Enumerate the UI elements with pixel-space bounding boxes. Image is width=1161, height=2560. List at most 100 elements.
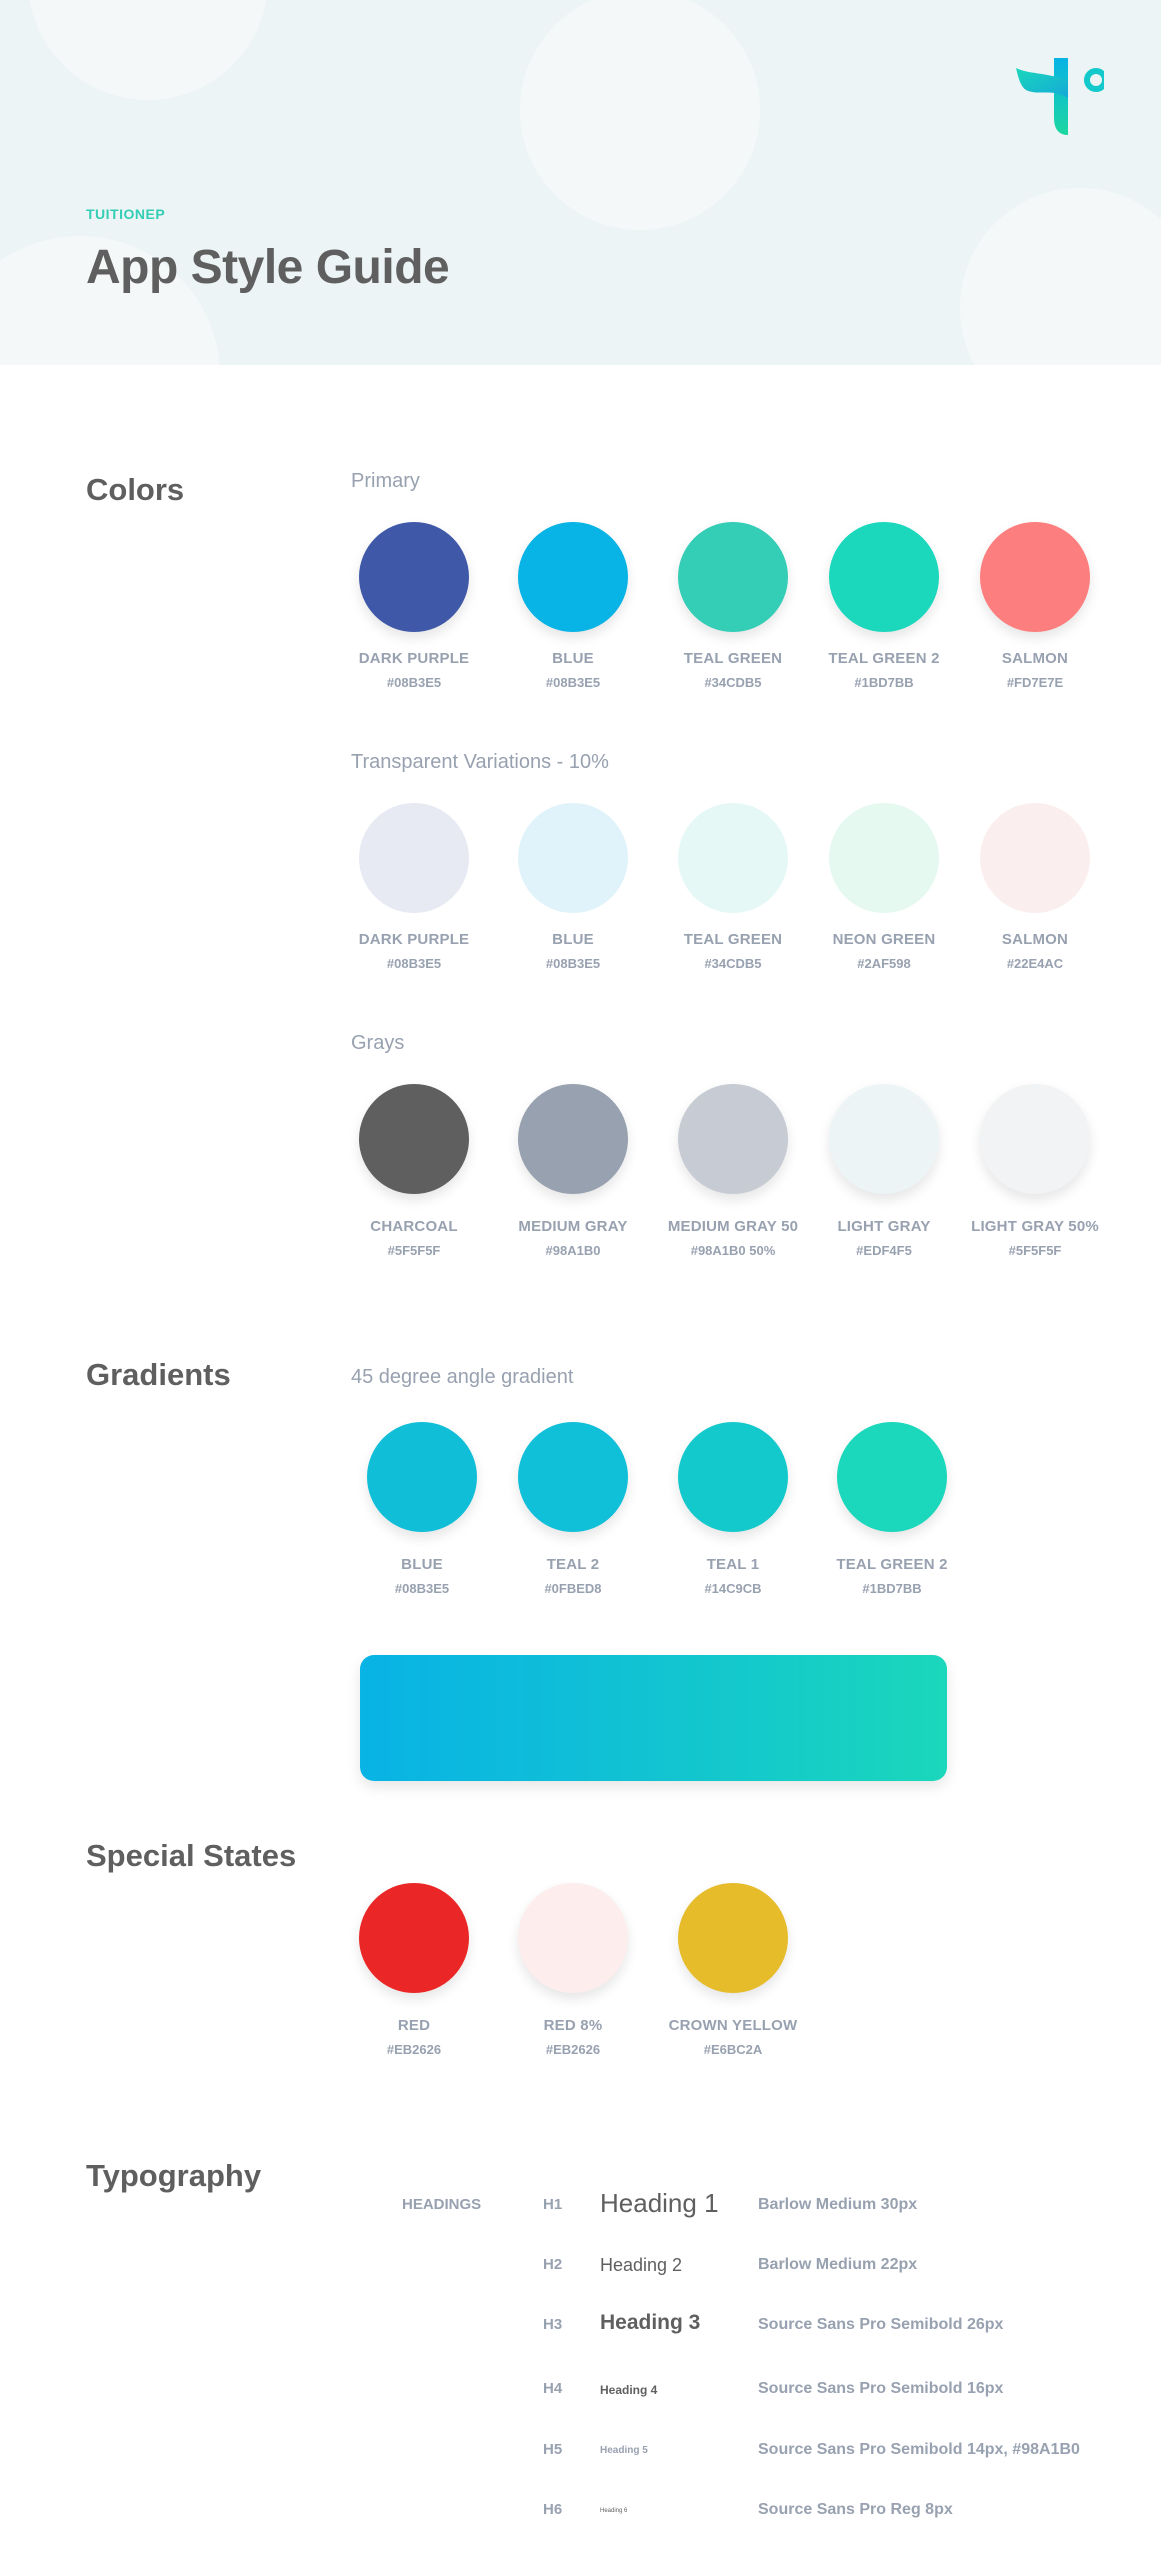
swatch-hex: #34CDB5 bbox=[704, 956, 762, 971]
heading-sample: Heading 4 bbox=[600, 2383, 658, 2397]
color-circle bbox=[837, 1422, 947, 1532]
brand-name: TUITIONEP bbox=[86, 206, 166, 222]
swatch: DARK PURPLE #08B3E5 bbox=[339, 803, 489, 971]
swatch-name: DARK PURPLE bbox=[358, 650, 470, 667]
typography-category: HEADINGS bbox=[402, 2196, 482, 2213]
typography-row-h5: H5 Heading 5 Source Sans Pro Semibold 14… bbox=[0, 2441, 1161, 2481]
group-label-grays: Grays bbox=[351, 1032, 405, 1054]
section-title-special-states: Special States bbox=[86, 1838, 297, 1873]
swatch-hex: #E6BC2A bbox=[703, 2042, 763, 2057]
swatch-name: SALMON bbox=[1001, 650, 1069, 667]
typography-row-h3: H3 Heading 3 Source Sans Pro Semibold 26… bbox=[0, 2311, 1161, 2356]
swatch-hex: #FD7E7E bbox=[1006, 675, 1064, 690]
color-circle bbox=[980, 522, 1090, 632]
color-circle bbox=[359, 803, 469, 913]
transparent-swatches: DARK PURPLE #08B3E5 BLUE #08B3E5 TEAL GR… bbox=[0, 803, 1161, 983]
heading-spec: Barlow Medium 30px bbox=[758, 2196, 918, 2213]
heading-sample: Heading 2 bbox=[600, 2255, 683, 2275]
color-circle bbox=[518, 1084, 628, 1194]
swatch-hex: #5F5F5F bbox=[1008, 1243, 1062, 1258]
page-title: App Style Guide bbox=[86, 241, 450, 294]
swatch: MEDIUM GRAY #98A1B0 bbox=[498, 1084, 648, 1258]
swatch-name: CHARCOAL bbox=[370, 1218, 458, 1235]
heading-tag: H6 bbox=[543, 2501, 563, 2518]
heading-spec: Source Sans Pro Semibold 14px, #98A1B0 bbox=[758, 2441, 1080, 2458]
swatch-hex: #34CDB5 bbox=[704, 675, 762, 690]
heading-spec: Source Sans Pro Semibold 26px bbox=[758, 2316, 1004, 2333]
swatch-hex: #08B3E5 bbox=[386, 675, 442, 690]
swatch: TEAL GREEN 2 #1BD7BB bbox=[809, 522, 959, 690]
swatch: LIGHT GRAY 50% #5F5F5F bbox=[960, 1084, 1110, 1258]
swatch-name: RED 8% bbox=[543, 2017, 603, 2034]
swatch-name: MEDIUM GRAY bbox=[518, 1218, 628, 1235]
swatch: TEAL 1 #14C9CB bbox=[658, 1422, 808, 1596]
heading-tag: H4 bbox=[543, 2380, 563, 2397]
swatch: TEAL GREEN #34CDB5 bbox=[658, 522, 808, 690]
swatch-name: BLUE bbox=[401, 1556, 443, 1573]
color-circle bbox=[359, 1084, 469, 1194]
swatch: BLUE #08B3E5 bbox=[498, 522, 648, 690]
swatch: TEAL GREEN #34CDB5 bbox=[658, 803, 808, 971]
swatch-hex: #08B3E5 bbox=[386, 956, 442, 971]
heading-sample: Heading 3 bbox=[600, 2311, 701, 2334]
color-circle bbox=[678, 1084, 788, 1194]
swatch-name: MEDIUM GRAY 50 bbox=[667, 1218, 799, 1235]
heading-spec: Barlow Medium 22px bbox=[758, 2256, 918, 2273]
section-title-gradients: Gradients bbox=[86, 1357, 231, 1392]
swatch: NEON GREEN #2AF598 bbox=[809, 803, 959, 971]
color-circle bbox=[359, 522, 469, 632]
swatch-name: BLUE bbox=[552, 931, 594, 948]
swatch-name: CROWN YELLOW bbox=[668, 2017, 798, 2034]
swatch-name: TEAL GREEN 2 bbox=[836, 1556, 948, 1573]
primary-swatches: DARK PURPLE #08B3E5 BLUE #08B3E5 TEAL GR… bbox=[0, 522, 1161, 702]
header-banner: TUITIONEP App Style Guide bbox=[0, 0, 1161, 365]
swatch: RED #EB2626 bbox=[339, 1883, 489, 2057]
color-circle bbox=[829, 522, 939, 632]
gradient-swatches: BLUE #08B3E5 TEAL 2 #0FBED8 TEAL 1 #14C9… bbox=[0, 1422, 1161, 1602]
group-label-transparent: Transparent Variations - 10% bbox=[351, 751, 609, 773]
typography-row-h1: HEADINGS H1 Heading 1 Barlow Medium 30px bbox=[0, 2188, 1161, 2236]
typography-row-h4: H4 Heading 4 Source Sans Pro Semibold 16… bbox=[0, 2380, 1161, 2420]
typography-row-h6: H6 Heading 6 Source Sans Pro Reg 8px bbox=[0, 2501, 1161, 2541]
swatch-hex: #0FBED8 bbox=[544, 1581, 602, 1596]
swatch-hex: #08B3E5 bbox=[394, 1581, 450, 1596]
decorative-circle bbox=[28, 0, 268, 100]
color-circle bbox=[678, 1883, 788, 1993]
swatch-hex: #EB2626 bbox=[386, 2042, 442, 2057]
swatch-hex: #2AF598 bbox=[857, 956, 911, 971]
typography-row-h2: H2 Heading 2 Barlow Medium 22px bbox=[0, 2255, 1161, 2296]
color-circle bbox=[518, 803, 628, 913]
color-circle bbox=[367, 1422, 477, 1532]
swatch-hex: #EDF4F5 bbox=[856, 1243, 912, 1258]
swatch-hex: #08B3E5 bbox=[545, 675, 601, 690]
swatch: TEAL 2 #0FBED8 bbox=[498, 1422, 648, 1596]
heading-tag: H3 bbox=[543, 2316, 563, 2333]
swatch-hex: #5F5F5F bbox=[387, 1243, 441, 1258]
swatch-name: RED bbox=[397, 2017, 431, 2034]
heading-spec: Source Sans Pro Semibold 16px bbox=[758, 2380, 1004, 2397]
swatch-hex: #EB2626 bbox=[545, 2042, 601, 2057]
swatch: BLUE #08B3E5 bbox=[498, 803, 648, 971]
swatch-hex: #08B3E5 bbox=[545, 956, 601, 971]
color-circle bbox=[980, 1084, 1090, 1194]
swatch: CROWN YELLOW #E6BC2A bbox=[658, 1883, 808, 2057]
swatch-name: TEAL 1 bbox=[706, 1556, 760, 1573]
section-title-typography: Typography bbox=[86, 2158, 262, 2193]
swatch: MEDIUM GRAY 50 #98A1B0 50% bbox=[658, 1084, 808, 1258]
special-state-swatches: RED #EB2626 RED 8% #EB2626 CROWN YELLOW … bbox=[0, 1883, 1161, 2063]
swatch-hex: #1BD7BB bbox=[862, 1581, 922, 1596]
swatch-hex: #22E4AC bbox=[1006, 956, 1064, 971]
heading-tag: H5 bbox=[543, 2441, 563, 2458]
color-circle bbox=[518, 1883, 628, 1993]
swatch-name: TEAL GREEN bbox=[683, 650, 783, 667]
swatch: BLUE #08B3E5 bbox=[347, 1422, 497, 1596]
color-circle bbox=[518, 1422, 628, 1532]
heading-spec: Source Sans Pro Reg 8px bbox=[758, 2501, 953, 2518]
swatch-name: NEON GREEN bbox=[832, 931, 936, 948]
heading-sample: Heading 5 bbox=[600, 2445, 648, 2456]
swatch-name: BLUE bbox=[552, 650, 594, 667]
swatch: SALMON #22E4AC bbox=[960, 803, 1110, 971]
swatch-hex: #1BD7BB bbox=[854, 675, 914, 690]
swatch: RED 8% #EB2626 bbox=[498, 1883, 648, 2057]
swatch: CHARCOAL #5F5F5F bbox=[339, 1084, 489, 1258]
